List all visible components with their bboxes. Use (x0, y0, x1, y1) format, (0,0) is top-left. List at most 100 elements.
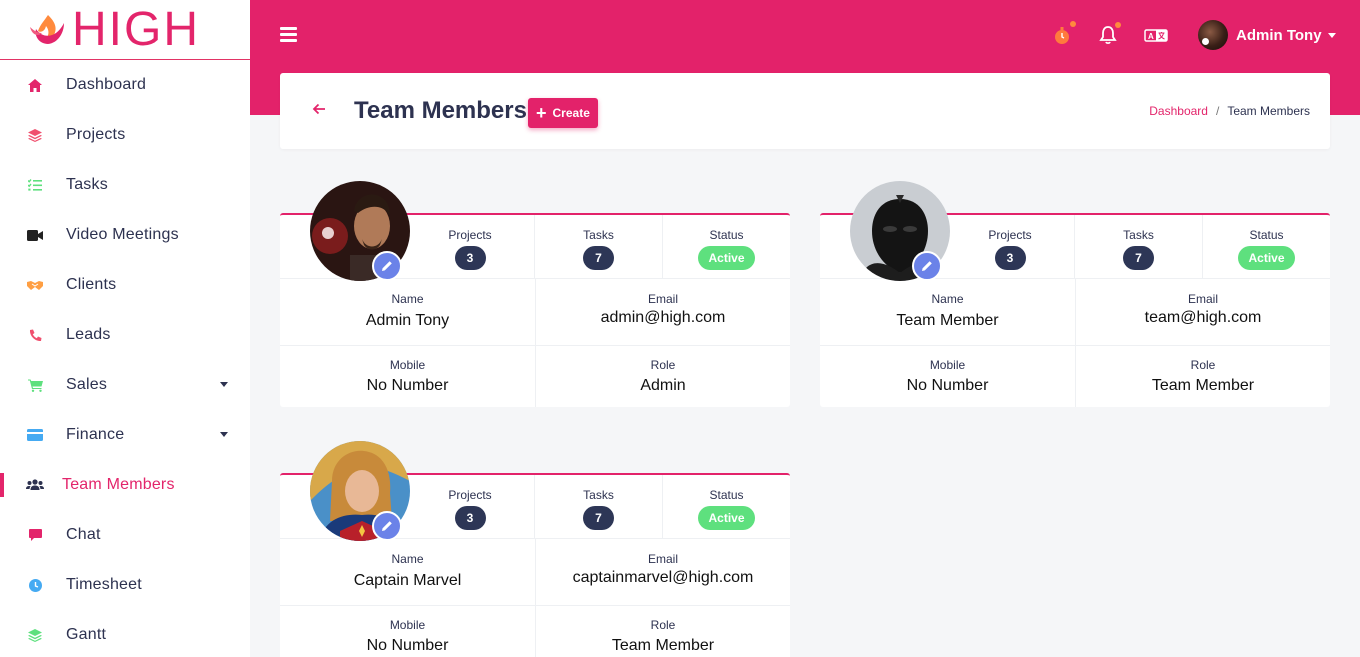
status-badge: Active (698, 246, 755, 270)
tasks-stat: Tasks 7 (534, 475, 662, 539)
sidebar-item-timesheet[interactable]: Timesheet (0, 560, 250, 610)
sidebar-item-label: Tasks (66, 176, 108, 193)
projects-count: 3 (454, 246, 486, 270)
handshake-icon (26, 276, 44, 294)
sidebar-item-label: Projects (66, 126, 126, 143)
tasks-count: 7 (583, 506, 614, 530)
status-label: Status (709, 488, 744, 502)
sidebar-item-chat[interactable]: Chat (0, 510, 250, 560)
sidebar-item-clients[interactable]: Clients (0, 260, 250, 310)
name-cell: Name Admin Tony (280, 279, 535, 346)
status-label: Status (1249, 228, 1284, 242)
tasks-count: 7 (1123, 246, 1154, 270)
svg-text:A: A (1148, 32, 1154, 41)
tasks-count: 7 (583, 246, 614, 270)
edit-member-button[interactable] (372, 251, 402, 281)
name-cell: Name Team Member (820, 279, 1075, 346)
page-title: Team Members (354, 97, 527, 124)
layers-icon (26, 626, 44, 644)
sidebar-item-label: Chat (66, 526, 101, 543)
member-name: Admin Tony (365, 312, 450, 329)
member-mobile: No Number (366, 637, 449, 654)
projects-count: 3 (994, 246, 1026, 270)
sidebar-nav: Dashboard Projects Tasks Video Meetings … (0, 60, 250, 657)
mobile-label: Mobile (389, 358, 426, 372)
home-icon (26, 76, 44, 94)
chevron-down-icon (1327, 32, 1336, 38)
member-email: admin@high.com (600, 309, 726, 326)
user-name: Admin Tony (1236, 26, 1322, 44)
video-icon (26, 226, 44, 244)
projects-label: Projects (448, 228, 492, 242)
name-label: Name (391, 552, 424, 566)
member-mobile: No Number (906, 377, 989, 394)
create-button-label: Create (552, 106, 590, 120)
sidebar-item-finance[interactable]: Finance (0, 410, 250, 460)
member-role: Team Member (611, 637, 715, 654)
back-arrow-icon[interactable] (312, 102, 326, 116)
sidebar-item-label: Leads (66, 326, 111, 343)
pencil-icon (382, 261, 392, 271)
edit-member-button[interactable] (372, 511, 402, 541)
member-name: Captain Marvel (353, 572, 462, 589)
email-label: Email (1187, 292, 1218, 306)
cart-icon (26, 376, 44, 394)
chat-icon (26, 526, 44, 544)
sidebar-item-gantt[interactable]: Gantt (0, 610, 250, 657)
role-label: Role (1190, 358, 1216, 372)
layers-icon (26, 126, 44, 144)
sidebar-item-dashboard[interactable]: Dashboard (0, 60, 250, 110)
member-name: Team Member (896, 312, 999, 329)
member-email: captainmarvel@high.com (572, 569, 754, 586)
timer-icon[interactable] (1052, 21, 1076, 46)
phone-icon (26, 326, 44, 344)
brand-logo[interactable]: HIGH (0, 0, 250, 60)
breadcrumb-dashboard-link[interactable]: Dashboard (1149, 104, 1208, 118)
status-badge: Active (1238, 246, 1295, 270)
email-label: Email (647, 292, 678, 306)
sidebar-item-label: Finance (66, 426, 125, 443)
tasks-stat: Tasks 7 (534, 215, 662, 279)
translate-icon[interactable]: A (1144, 24, 1168, 46)
pencil-icon (382, 521, 392, 531)
name-label: Name (931, 292, 964, 306)
status-stat: Status Active (1202, 215, 1330, 279)
email-label: Email (647, 552, 678, 566)
create-button[interactable]: + Create (528, 98, 598, 128)
sidebar-item-team-members[interactable]: Team Members (0, 460, 250, 510)
mobile-cell: Mobile No Number (280, 606, 535, 657)
clock-icon (26, 576, 44, 594)
status-stat: Status Active (662, 215, 790, 279)
email-cell: Email admin@high.com (535, 279, 790, 346)
status-badge: Active (698, 506, 755, 530)
status-stat: Status Active (662, 475, 790, 539)
projects-stat: Projects 3 (406, 475, 534, 539)
name-label: Name (391, 292, 424, 306)
users-icon (26, 476, 44, 494)
sidebar-item-label: Timesheet (66, 576, 142, 593)
sidebar-item-label: Clients (66, 276, 117, 293)
email-cell: Email team@high.com (1075, 279, 1330, 346)
user-menu[interactable]: Admin Tony (1198, 20, 1336, 50)
menu-toggle-icon[interactable] (280, 27, 297, 42)
tasks-stat: Tasks 7 (1074, 215, 1202, 279)
tasks-label: Tasks (583, 488, 614, 502)
chevron-down-icon (220, 432, 228, 437)
member-email: team@high.com (1144, 309, 1262, 326)
sidebar-item-tasks[interactable]: Tasks (0, 160, 250, 210)
sidebar-item-leads[interactable]: Leads (0, 310, 250, 360)
sidebar-item-label: Video Meetings (66, 226, 179, 243)
brand-name: HIGH (72, 2, 200, 56)
breadcrumb-separator: / (1215, 104, 1220, 118)
avatar (1198, 20, 1228, 50)
sidebar-item-projects[interactable]: Projects (0, 110, 250, 160)
bell-icon[interactable] (1098, 22, 1121, 46)
mobile-label: Mobile (929, 358, 966, 372)
plus-icon: + (536, 103, 547, 123)
edit-member-button[interactable] (912, 251, 942, 281)
tasks-label: Tasks (583, 228, 614, 242)
role-cell: Role Team Member (1075, 346, 1330, 407)
sidebar-item-video-meetings[interactable]: Video Meetings (0, 210, 250, 260)
sidebar-item-sales[interactable]: Sales (0, 360, 250, 410)
mobile-label: Mobile (389, 618, 426, 632)
